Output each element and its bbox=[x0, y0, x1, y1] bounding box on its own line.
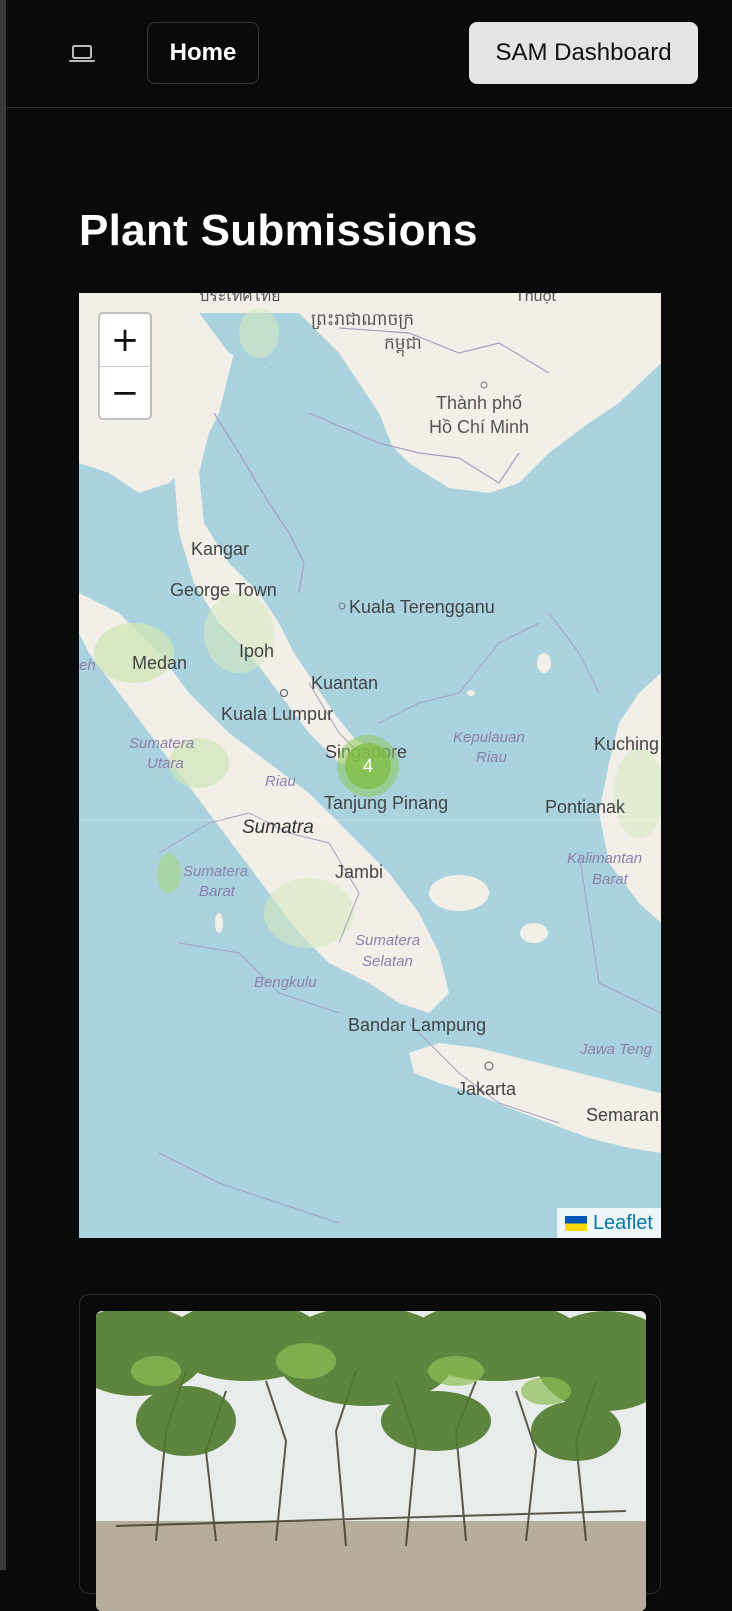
submission-card[interactable] bbox=[79, 1294, 661, 1611]
map-label-sumatera-barat-2: Barat bbox=[199, 883, 236, 900]
laptop-icon-button[interactable] bbox=[64, 38, 100, 70]
map-label-medan: Medan bbox=[132, 653, 187, 673]
map-label-jawa-tengah: Jawa Teng bbox=[579, 1041, 653, 1058]
map-label-kuala-lumpur: Kuala Lumpur bbox=[221, 704, 333, 724]
plant-photo bbox=[96, 1311, 646, 1611]
map-label-sumatera-barat-1: Sumatera bbox=[183, 863, 248, 880]
map-label-george-town: George Town bbox=[170, 580, 277, 600]
leaflet-link[interactable]: Leaflet bbox=[593, 1212, 653, 1235]
map-label-riau: Riau bbox=[265, 773, 297, 790]
map-label-eh: eh bbox=[79, 657, 96, 674]
map-label-thuot: Thuột bbox=[515, 293, 556, 305]
map-label-kuching: Kuching bbox=[594, 734, 659, 754]
plant-photo-image bbox=[96, 1311, 646, 1611]
zoom-control: + − bbox=[98, 312, 152, 420]
map-label-jakarta: Jakarta bbox=[457, 1079, 517, 1099]
map-label-kuala-terengganu: Kuala Terengganu bbox=[349, 597, 495, 617]
map-label-sumatera-selatan-2: Selatan bbox=[362, 953, 413, 970]
ukraine-flag-icon bbox=[564, 1215, 587, 1231]
submissions-map[interactable]: ประเทศไทย Thuột ព្រះរាជាណាចក្រ កម្ពុជា T… bbox=[79, 293, 661, 1238]
sam-dashboard-button[interactable]: SAM Dashboard bbox=[469, 22, 698, 84]
marker-cluster-count: 4 bbox=[345, 743, 391, 789]
map-label-sumatera-utara-1: Sumatera bbox=[129, 735, 194, 752]
zoom-out-button[interactable]: − bbox=[100, 367, 150, 418]
map-label-kepulauan-2: Riau bbox=[476, 749, 508, 766]
map-label-bandar-lampung: Bandar Lampung bbox=[348, 1015, 486, 1035]
map-label-ipoh: Ipoh bbox=[239, 641, 274, 661]
window-edge bbox=[0, 0, 6, 1570]
home-button[interactable]: Home bbox=[147, 22, 259, 84]
map-label-thai: ประเทศไทย bbox=[199, 293, 280, 305]
map-label-bengkulu: Bengkulu bbox=[254, 974, 317, 991]
map-label-jambi: Jambi bbox=[335, 862, 383, 882]
map-label-kalimantan-1: Kalimantan bbox=[567, 850, 642, 867]
map-label-pontianak: Pontianak bbox=[545, 797, 626, 817]
top-nav: Home SAM Dashboard bbox=[6, 0, 732, 108]
zoom-in-button[interactable]: + bbox=[100, 314, 150, 367]
marker-cluster[interactable]: 4 bbox=[337, 735, 399, 797]
map-label-sumatera-utara-2: Utara bbox=[147, 755, 184, 772]
map-label-semarang: Semaran bbox=[586, 1105, 659, 1125]
map-label-hcm-2: Hồ Chí Minh bbox=[429, 417, 529, 437]
map-label-hcm-1: Thành phố bbox=[436, 393, 522, 413]
map-label-kuantan: Kuantan bbox=[311, 673, 378, 693]
map-label-kangar: Kangar bbox=[191, 539, 249, 559]
map-label-sumatra: Sumatra bbox=[242, 817, 314, 838]
map-label-khmer-1: ព្រះរាជាណាចក្រ bbox=[311, 310, 414, 330]
map-label-kalimantan-2: Barat bbox=[592, 871, 629, 888]
map-label-tanjung-pinang: Tanjung Pinang bbox=[324, 793, 448, 813]
map-attribution: Leaflet bbox=[556, 1208, 661, 1238]
map-label-sumatera-selatan-1: Sumatera bbox=[355, 932, 420, 949]
page-title: Plant Submissions bbox=[79, 206, 478, 255]
map-label-kepulauan-1: Kepulauan bbox=[453, 729, 525, 746]
laptop-icon bbox=[69, 45, 95, 62]
